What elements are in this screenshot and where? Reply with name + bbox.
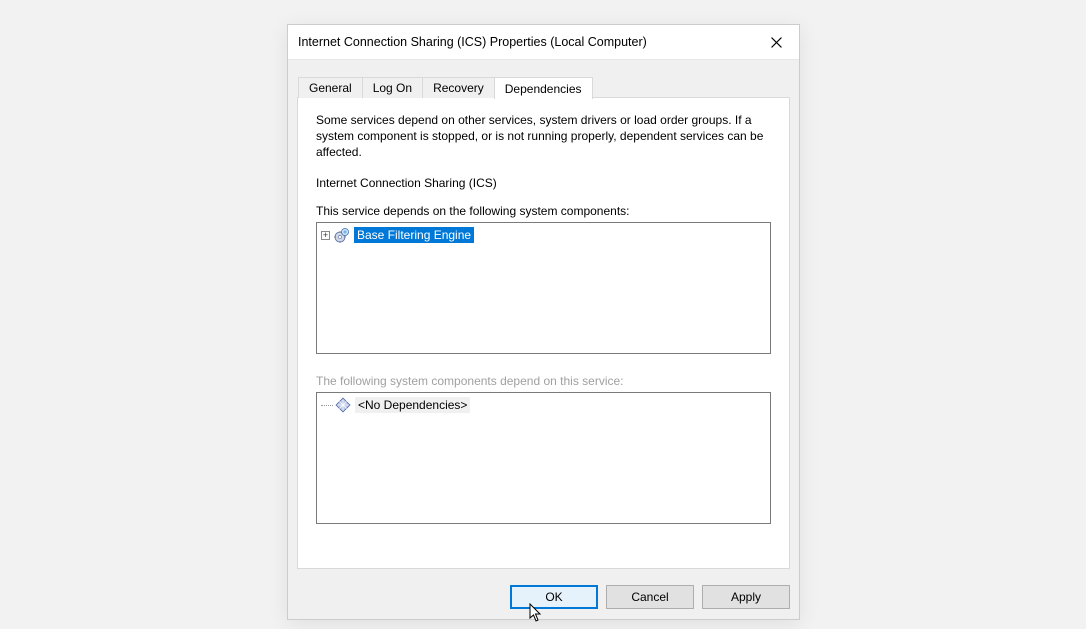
depends-on-label: This service depends on the following sy… [316, 204, 771, 218]
apply-button[interactable]: Apply [702, 585, 790, 609]
tree-connector [321, 405, 333, 406]
dependents-label: The following system components depend o… [316, 374, 771, 388]
tree-item-label: <No Dependencies> [355, 397, 470, 413]
tree-item: <No Dependencies> [319, 396, 768, 414]
close-button[interactable] [753, 25, 799, 59]
dependents-tree[interactable]: <No Dependencies> [316, 392, 771, 524]
tab-dependencies[interactable]: Dependencies [494, 77, 593, 99]
client-area: General Log On Recovery Dependencies Som… [288, 60, 799, 619]
description-text: Some services depend on other services, … [316, 112, 771, 160]
service-gear-icon [334, 227, 350, 243]
properties-dialog: Internet Connection Sharing (ICS) Proper… [287, 24, 800, 620]
tab-strip: General Log On Recovery Dependencies [298, 76, 592, 98]
tab-log-on[interactable]: Log On [362, 77, 423, 98]
window-title: Internet Connection Sharing (ICS) Proper… [298, 35, 753, 49]
tree-item-label: Base Filtering Engine [354, 227, 474, 243]
cancel-button[interactable]: Cancel [606, 585, 694, 609]
expand-icon[interactable]: + [321, 231, 330, 240]
close-icon [771, 37, 782, 48]
service-name-label: Internet Connection Sharing (ICS) [316, 176, 771, 190]
empty-node-icon [335, 397, 351, 413]
tab-recovery[interactable]: Recovery [422, 77, 495, 98]
tab-general[interactable]: General [298, 77, 363, 98]
depends-on-tree[interactable]: + Base Filtering Engine [316, 222, 771, 354]
tab-page-dependencies: Some services depend on other services, … [297, 97, 790, 569]
ok-button[interactable]: OK [510, 585, 598, 609]
button-bar: OK Cancel Apply [510, 585, 790, 609]
titlebar: Internet Connection Sharing (ICS) Proper… [288, 25, 799, 60]
tree-item[interactable]: + Base Filtering Engine [319, 226, 768, 244]
mouse-cursor-icon [529, 603, 543, 623]
